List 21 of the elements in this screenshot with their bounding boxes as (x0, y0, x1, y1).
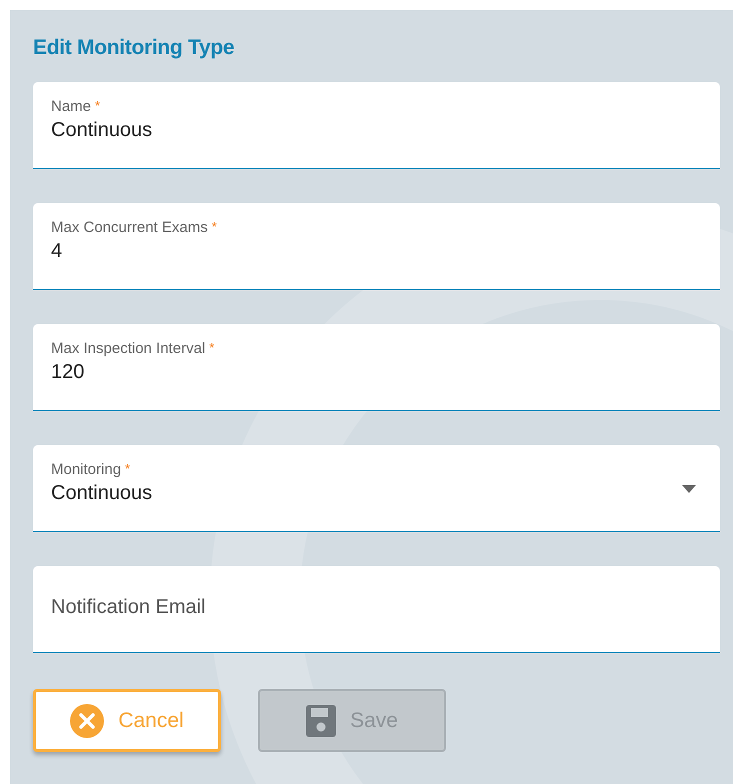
field-label: Monitoring (51, 461, 122, 478)
dropdown-caret-icon[interactable] (682, 485, 696, 493)
select-field[interactable]: Monitoring * Continuous (33, 445, 720, 532)
input-field[interactable]: Name * Continuous (33, 82, 720, 169)
select-value[interactable]: Continuous (51, 482, 702, 505)
input-field[interactable]: Max Concurrent Exams * 4 (33, 203, 720, 290)
input-field[interactable]: Max Inspection Interval * 120 (33, 324, 720, 411)
field-label: Max Inspection Interval (51, 340, 206, 357)
text-input[interactable]: Notification Email (51, 596, 702, 619)
required-asterisk: * (209, 340, 214, 355)
field-label: Name (51, 98, 92, 115)
text-input[interactable]: Continuous (51, 119, 702, 142)
text-input[interactable]: 4 (51, 240, 702, 263)
dialog-title: Edit Monitoring Type (33, 36, 236, 60)
close-circle-icon (70, 704, 104, 738)
field-label: Max Concurrent Exams (51, 219, 208, 236)
required-asterisk: * (212, 219, 217, 234)
required-asterisk: * (95, 98, 100, 113)
input-field[interactable]: Notification Email (33, 566, 720, 653)
text-input[interactable]: 120 (51, 361, 702, 384)
required-asterisk: * (125, 461, 130, 476)
